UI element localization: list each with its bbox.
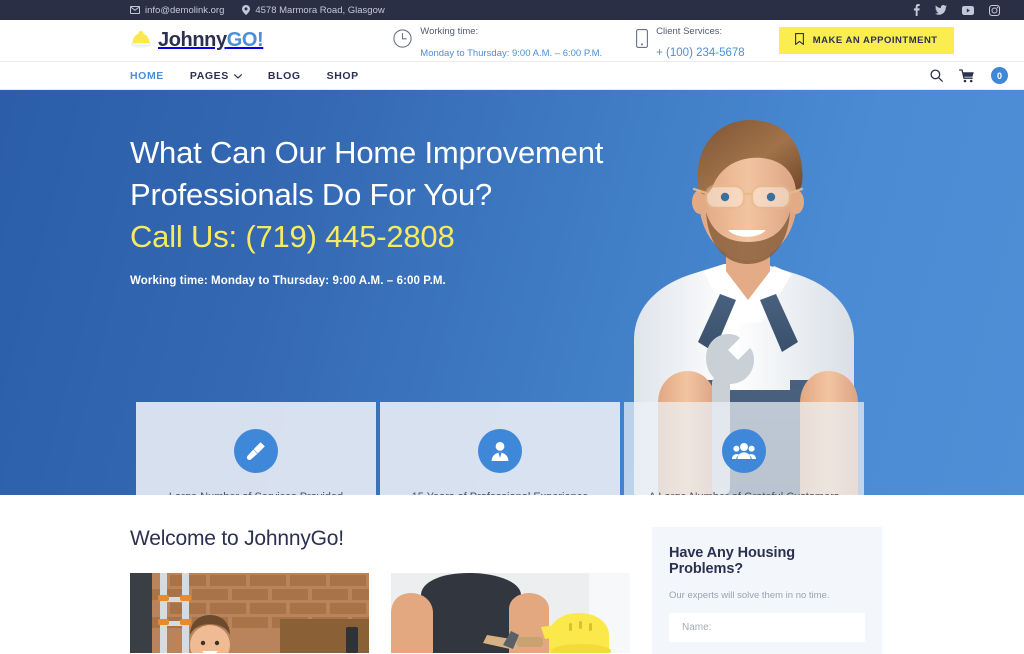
working-time-value: Monday to Thursday: 9:00 A.M. – 6:00 P.M… <box>420 47 603 59</box>
nav-item-shop-label: SHOP <box>326 69 359 82</box>
main-navigation: HOME PAGES BLOG SHOP 0 <box>0 62 1024 90</box>
youtube-icon[interactable] <box>962 5 974 15</box>
hard-hat-icon <box>130 29 152 53</box>
facebook-icon[interactable] <box>913 4 920 16</box>
make-appointment-label: MAKE AN APPOINTMENT <box>812 35 938 46</box>
nav-item-pages-label: PAGES <box>189 69 229 82</box>
hero-heading-line1: What Can Our Home Improvement <box>130 135 604 170</box>
site-header: JohnnyGO! Working time: Monday to Thursd… <box>0 20 1024 62</box>
people-group-icon <box>722 429 766 474</box>
hero-card-experience-text: 15 Years of Professional Experience <box>412 489 589 495</box>
nav-item-blog-label: BLOG <box>267 69 301 82</box>
logo-text-part2: GO! <box>226 29 264 51</box>
topbar-address[interactable]: 4578 Marmora Road, Glasgow <box>242 4 385 16</box>
hero-card-services-text: Large Number of Services Provided <box>169 489 343 495</box>
mobile-phone-icon <box>636 28 649 53</box>
photo-ladder-brick-wall[interactable] <box>130 573 369 653</box>
client-services-label: Client Services: <box>656 25 723 37</box>
working-time-label: Working time: <box>420 25 479 37</box>
topbar-address-text: 4578 Marmora Road, Glasgow <box>255 4 385 16</box>
hero-card-customers-text: A Large Number of Grateful Customers <box>649 489 840 495</box>
logo-text-part1: Johnny <box>158 29 227 51</box>
chevron-down-icon <box>233 70 242 82</box>
topbar-email-text: info@demolink.org <box>145 4 225 16</box>
logo-text: JohnnyGO! <box>158 29 264 52</box>
screwdriver-icon <box>234 429 278 474</box>
hero-banner: What Can Our Home Improvement Profession… <box>0 90 1024 495</box>
hero-feature-cards: Large Number of Services Provided 15 Yea… <box>136 402 864 495</box>
welcome-images <box>130 573 630 653</box>
hero-card-services[interactable]: Large Number of Services Provided <box>136 402 376 495</box>
nav-item-home-label: HOME <box>130 69 164 82</box>
cart-icon[interactable] <box>958 68 975 83</box>
contact-form-title: Have Any Housing Problems? <box>669 545 795 577</box>
nav-links: HOME PAGES BLOG SHOP <box>130 70 359 82</box>
contact-form-description: Our experts will solve them in no time. <box>669 590 830 601</box>
nav-tools: 0 <box>930 67 1008 84</box>
cart-count-badge[interactable]: 0 <box>991 67 1008 84</box>
welcome-section: Welcome to JohnnyGo! Have Any Housing Pr… <box>0 495 1024 654</box>
top-bar: info@demolink.org 4578 Marmora Road, Gla… <box>0 0 1024 20</box>
social-links <box>913 4 1008 16</box>
nav-item-shop[interactable]: SHOP <box>327 70 359 82</box>
search-icon[interactable] <box>930 69 943 82</box>
hero-card-experience[interactable]: 15 Years of Professional Experience <box>380 402 620 495</box>
instagram-icon[interactable] <box>989 4 1000 16</box>
working-time-block: Working time: Monday to Thursday: 9:00 A… <box>393 19 602 62</box>
site-logo[interactable]: JohnnyGO! <box>130 29 264 53</box>
bookmark-icon <box>794 33 804 48</box>
hero-heading: What Can Our Home Improvement Profession… <box>130 132 1024 258</box>
make-appointment-button[interactable]: MAKE AN APPOINTMENT <box>778 27 954 54</box>
topbar-email[interactable]: info@demolink.org <box>130 5 224 16</box>
contact-form-card: Have Any Housing Problems? Our experts w… <box>652 527 882 654</box>
welcome-title: Welcome to JohnnyGo! <box>130 527 344 550</box>
hero-heading-line3: Call Us: (719) 445-2808 <box>130 218 455 254</box>
photo-worker-yellow-helmet[interactable] <box>391 573 630 653</box>
twitter-icon[interactable] <box>935 5 947 15</box>
nav-item-blog[interactable]: BLOG <box>268 70 301 82</box>
welcome-left-column: Welcome to JohnnyGo! <box>130 527 630 654</box>
name-field[interactable] <box>669 613 865 642</box>
hero-subtext: Working time: Monday to Thursday: 9:00 A… <box>130 274 446 287</box>
hero-heading-line2: Professionals Do For You? <box>130 176 493 212</box>
client-services-phone[interactable]: + (100) 234-5678 <box>656 47 745 59</box>
hero-card-customers[interactable]: A Large Number of Grateful Customers <box>624 402 864 495</box>
person-icon <box>478 429 522 474</box>
envelope-icon <box>130 6 140 14</box>
nav-item-home[interactable]: HOME <box>130 70 164 82</box>
clock-icon <box>393 28 412 53</box>
client-services-block: Client Services: + (100) 234-5678 <box>636 19 745 62</box>
map-pin-icon <box>242 5 251 15</box>
nav-item-pages[interactable]: PAGES <box>190 70 242 82</box>
hero-content: What Can Our Home Improvement Profession… <box>0 90 1024 287</box>
